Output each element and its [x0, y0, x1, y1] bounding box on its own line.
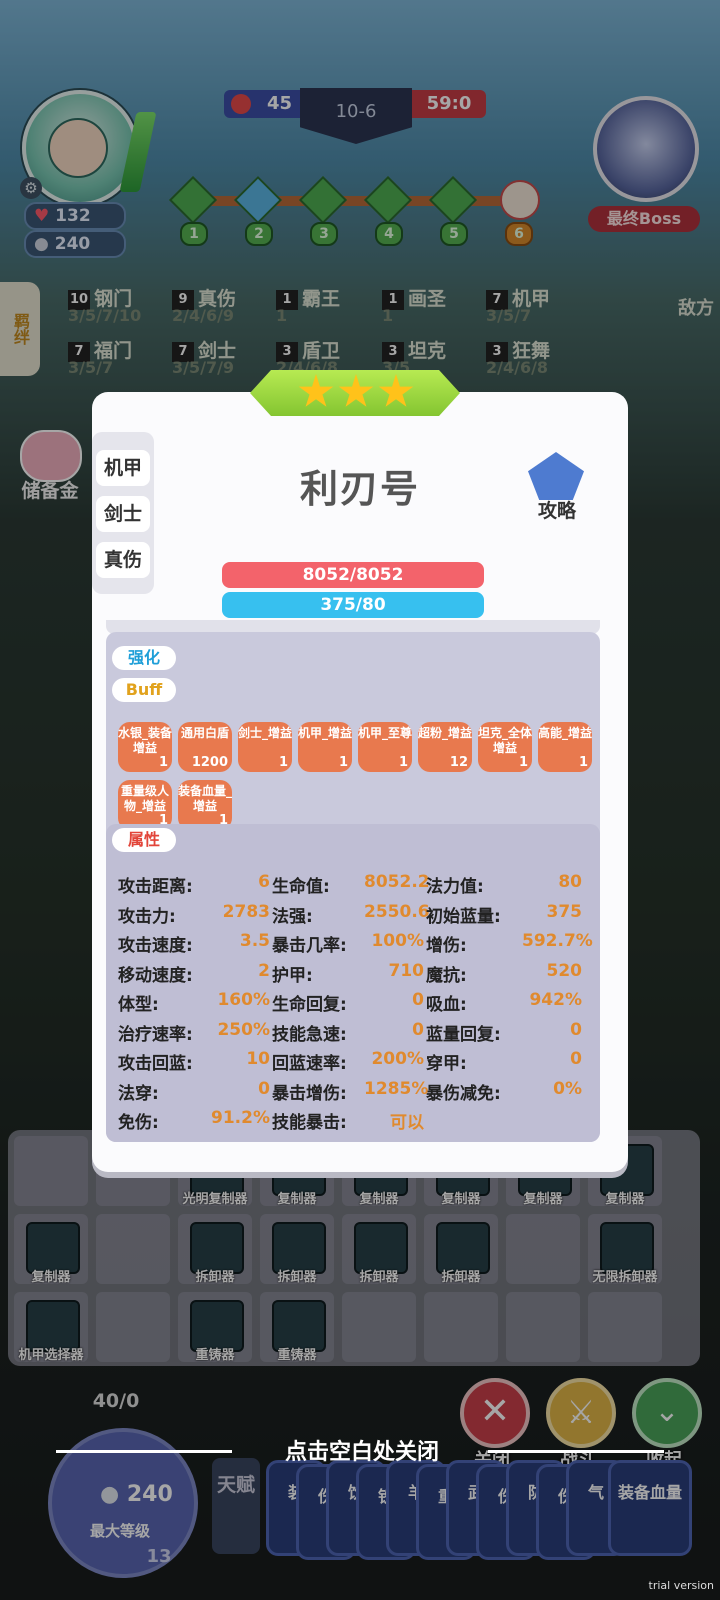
buff-count: 12	[449, 755, 468, 770]
attribute-value: 3.5	[239, 931, 270, 951]
buff-chip[interactable]: 装备血量_增益 1	[178, 780, 232, 830]
attribute-value: 可以	[390, 1113, 424, 1133]
attribute-value: 520	[546, 960, 583, 981]
attribute-label: 暴伤减免:	[426, 1083, 501, 1104]
buff-chip[interactable]: 机甲_增益 1	[298, 722, 352, 772]
buff-chip[interactable]: 坦克_全体增益 1	[478, 722, 532, 772]
attribute-label: 体型:	[118, 995, 159, 1015]
attribute-label: 吸血:	[426, 995, 467, 1015]
buff-count: 1200	[191, 755, 228, 770]
attribute-label: 攻击回蓝:	[118, 1054, 193, 1074]
attribute-label: 免伤:	[118, 1113, 159, 1133]
buff-chip[interactable]: 高能_增益 1	[538, 722, 592, 772]
close-hint: 点击空白处关闭	[284, 1440, 439, 1465]
enhance-tag[interactable]: 强化	[112, 646, 176, 670]
attribute-label: 魔抗:	[426, 965, 467, 986]
attributes-tag[interactable]: 属性	[112, 828, 176, 852]
buff-count: 1	[578, 755, 588, 770]
trait-tab[interactable]: 机甲	[96, 450, 150, 486]
attribute-label: 初始蓝量:	[426, 906, 501, 927]
buff-count: 1	[338, 755, 348, 770]
attribute-label: 暴击增伤:	[272, 1083, 347, 1104]
buff-chip[interactable]: 剑士_增益 1	[238, 722, 292, 772]
attribute-label: 攻击距离:	[118, 877, 193, 897]
buff-count: 1	[278, 755, 288, 770]
attribute-value: 592.7%	[522, 931, 593, 951]
buff-name: 通用白盾	[180, 726, 229, 740]
attribute-value: 160%	[217, 990, 270, 1010]
attribute-value: 8052.2	[364, 872, 430, 892]
attribute-value: 0%	[553, 1078, 582, 1099]
attribute-label: 增伤:	[426, 936, 467, 956]
attribute-value: 200%	[371, 1049, 424, 1069]
buff-name: 超粉_增益	[418, 726, 472, 740]
buff-name: 重量级人物_增益	[120, 784, 169, 813]
guide-button-label[interactable]: 攻略	[520, 496, 594, 523]
attribute-value: 91.2%	[211, 1108, 270, 1128]
attribute-value: 0	[412, 1019, 424, 1040]
attribute-value: 0	[570, 1049, 582, 1069]
mp-bar: 375/80	[222, 592, 484, 618]
trial-watermark: trial version	[648, 1579, 714, 1592]
attribute-value: 0	[412, 990, 424, 1010]
buff-tag[interactable]: Buff	[112, 678, 176, 702]
attribute-label: 回蓝速率:	[272, 1054, 347, 1074]
buff-chip[interactable]: 水银_装备增益 1	[118, 722, 172, 772]
attribute-value: 100%	[371, 931, 424, 951]
attribute-value: 0	[258, 1078, 270, 1099]
trait-tab[interactable]: 剑士	[96, 496, 150, 532]
buff-name: 坦克_全体增益	[478, 726, 532, 755]
attribute-value: 80	[558, 872, 582, 892]
buff-name: 装备血量_增益	[178, 784, 232, 813]
buff-chip[interactable]: 通用白盾 1200	[178, 722, 232, 772]
attribute-value: 250%	[217, 1019, 270, 1040]
attribute-label: 技能暴击:	[272, 1113, 347, 1133]
attribute-value: 2	[258, 960, 270, 981]
attribute-value: 6	[258, 872, 270, 892]
attribute-label: 攻击速度:	[118, 936, 193, 956]
hp-bar: 8052/8052	[222, 562, 484, 588]
attribute-label: 技能急速:	[272, 1024, 347, 1045]
attribute-value: 710	[388, 960, 425, 981]
buff-name: 高能_增益	[538, 726, 592, 740]
attribute-label: 法力值:	[426, 877, 484, 897]
attribute-label: 穿甲:	[426, 1054, 467, 1074]
buff-count: 1	[158, 755, 168, 770]
divider-left	[56, 1450, 232, 1453]
buff-count: 1	[398, 755, 408, 770]
divider-right	[488, 1450, 664, 1453]
attribute-label: 攻击力:	[118, 906, 176, 927]
attribute-value: 1285%	[364, 1078, 429, 1099]
buff-name: 水银_装备增益	[118, 726, 172, 755]
unit-name: 利刃号	[299, 467, 420, 511]
buff-name: 机甲_增益	[298, 726, 352, 740]
buff-chip[interactable]: 机甲_至尊 1	[358, 722, 412, 772]
attribute-label: 生命值:	[272, 877, 330, 897]
attribute-label: 生命回复:	[272, 995, 347, 1015]
attribute-label: 护甲:	[272, 965, 313, 986]
trait-tab[interactable]: 真伤	[96, 542, 150, 578]
buff-name: 机甲_至尊	[358, 726, 412, 740]
attribute-value: 0	[570, 1019, 582, 1040]
attribute-label: 法穿:	[118, 1083, 159, 1104]
attribute-label: 暴击几率:	[272, 936, 347, 956]
attribute-value: 942%	[529, 990, 582, 1010]
attribute-value: 2550.6	[364, 901, 430, 922]
buff-chip[interactable]: 超粉_增益 12	[418, 722, 472, 772]
attribute-value: 2783	[222, 901, 270, 922]
buff-chip[interactable]: 重量级人物_增益 1	[118, 780, 172, 830]
buff-name: 剑士_增益	[238, 726, 292, 740]
attribute-label: 法强:	[272, 906, 313, 927]
attribute-label: 移动速度:	[118, 965, 193, 986]
attribute-value: 10	[246, 1049, 270, 1069]
attribute-label: 蓝量回复:	[426, 1024, 501, 1045]
attribute-label: 治疗速率:	[118, 1024, 193, 1045]
attribute-value: 375	[546, 901, 583, 922]
buff-count: 1	[518, 755, 528, 770]
